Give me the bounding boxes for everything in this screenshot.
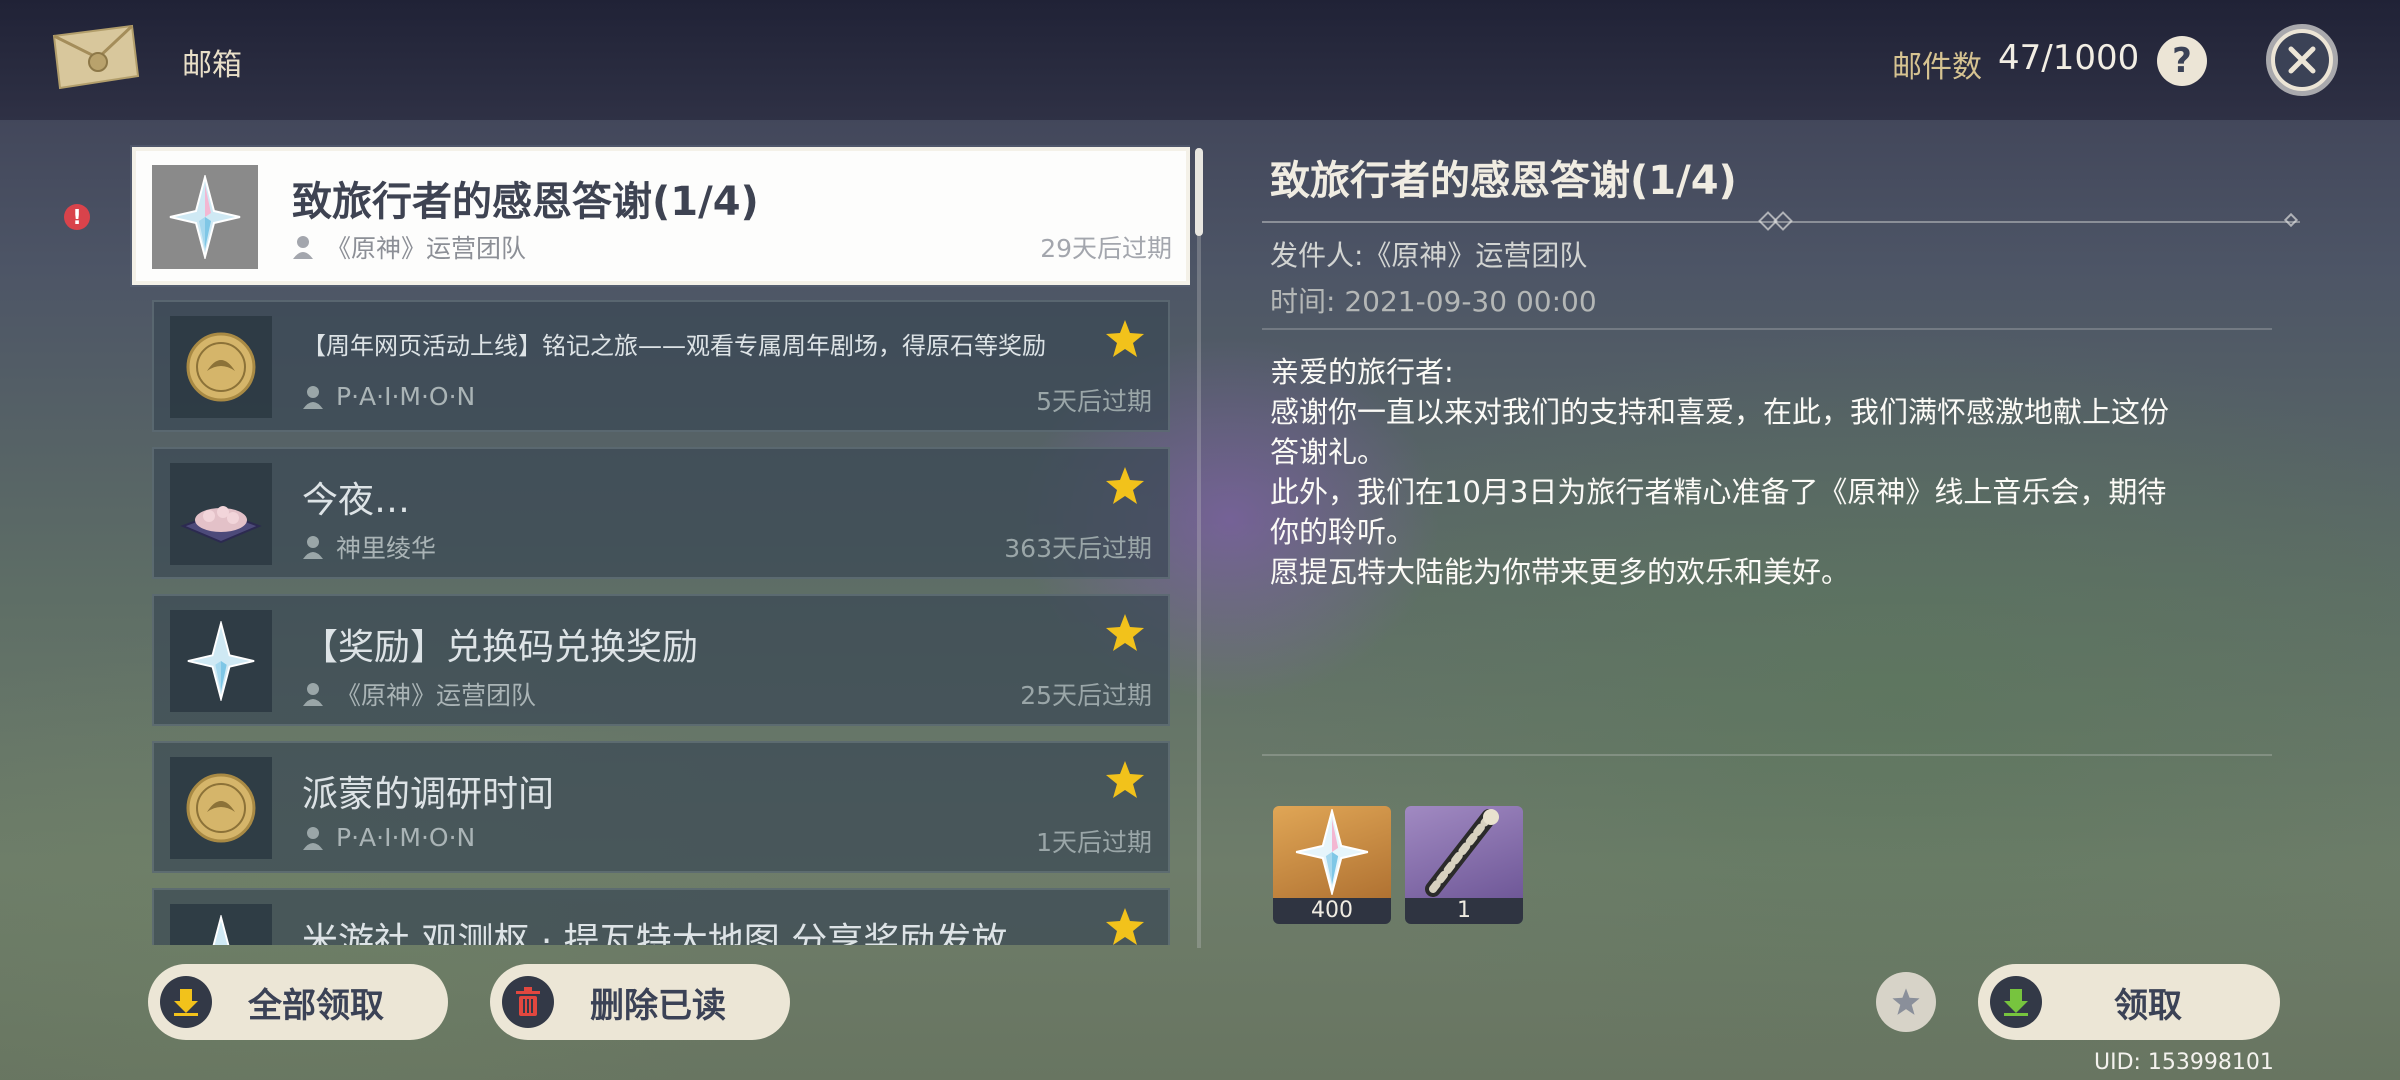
mail-expire: 5天后过期 bbox=[1036, 387, 1152, 416]
primogem-icon bbox=[1273, 806, 1391, 898]
primogem-icon bbox=[170, 610, 272, 712]
download-icon bbox=[1990, 976, 2042, 1028]
envelope-icon bbox=[52, 24, 140, 90]
unread-alert-icon: ! bbox=[64, 204, 90, 230]
mail-expire: 1天后过期 bbox=[1036, 828, 1152, 857]
body-line: 亲爱的旅行者: bbox=[1270, 355, 1454, 389]
star-icon[interactable] bbox=[1104, 759, 1146, 801]
coin-icon bbox=[170, 757, 272, 859]
divider-ornament bbox=[1773, 211, 1793, 231]
person-icon bbox=[303, 683, 323, 706]
download-icon bbox=[160, 976, 212, 1028]
person-icon bbox=[293, 236, 313, 259]
uid-label: UID: 153998101 bbox=[2094, 1050, 2274, 1075]
reward-count: 1 bbox=[1405, 898, 1523, 924]
delete-read-label: 删除已读 bbox=[590, 985, 726, 1026]
mail-list-scrollbar[interactable] bbox=[1197, 148, 1201, 948]
reward-item[interactable]: 400 bbox=[1273, 806, 1391, 924]
top-bar: 邮箱 邮件数 47/1000 ? bbox=[0, 0, 2400, 120]
mail-expire: 25天后过期 bbox=[1020, 681, 1152, 710]
mail-sender: P·A·I·M·O·N bbox=[302, 823, 475, 852]
body-line: 答谢礼。 bbox=[1270, 435, 1387, 469]
mail-sender-name: P·A·I·M·O·N bbox=[336, 382, 476, 411]
mail-sender: 神里绫华 bbox=[302, 529, 436, 565]
mail-count-label: 邮件数 bbox=[1892, 50, 1982, 85]
detail-body: 亲爱的旅行者: 感谢你一直以来对我们的支持和喜爱，在此，我们满怀感激地献上这份 … bbox=[1270, 352, 2280, 592]
help-icon: ? bbox=[2172, 41, 2192, 81]
mail-expire: 29天后过期 bbox=[1040, 234, 1172, 263]
mail-expire: 363天后过期 bbox=[1004, 534, 1152, 563]
star-icon[interactable] bbox=[1104, 318, 1146, 360]
person-icon bbox=[303, 826, 323, 850]
mail-sender-name: P·A·I·M·O·N bbox=[336, 823, 476, 852]
mail-sender-name: 神里绫华 bbox=[336, 534, 437, 563]
divider-ornament bbox=[2283, 212, 2299, 228]
mail-title: 米游社 观测枢 · 提瓦特大地图 分享奖励发放 bbox=[302, 921, 1008, 945]
body-line: 感谢你一直以来对我们的支持和喜爱，在此，我们满怀感激地献上这份 bbox=[1270, 395, 2170, 429]
person-icon bbox=[303, 385, 323, 409]
mail-title: 【奖励】兑换码兑换奖励 bbox=[302, 627, 699, 668]
mail-list[interactable]: 致旅行者的感恩答谢(1/4) 《原神》运营团队 29天后过期 【周年网页活动上线… bbox=[130, 145, 1190, 945]
detail-sender: 发件人:《原神》运营团队 bbox=[1270, 239, 1588, 272]
body-line: 此外，我们在10月3日为旅行者精心准备了《原神》线上音乐会，期待 bbox=[1270, 475, 2167, 509]
star-icon[interactable] bbox=[1104, 465, 1146, 507]
delete-read-button[interactable]: 删除已读 bbox=[490, 964, 790, 1040]
person-icon bbox=[303, 536, 323, 559]
divider bbox=[1262, 328, 2272, 330]
food-tray-icon bbox=[170, 463, 272, 565]
claim-all-button[interactable]: 全部领取 bbox=[148, 964, 448, 1040]
star-icon[interactable] bbox=[1104, 906, 1146, 945]
primogem-icon bbox=[170, 904, 272, 945]
claim-button[interactable]: 领取 bbox=[1978, 964, 2280, 1040]
star-outline-icon bbox=[1892, 988, 1920, 1015]
body-line: 你的聆听。 bbox=[1270, 515, 1416, 549]
mail-item[interactable]: 今夜… 神里绫华 363天后过期 bbox=[152, 447, 1170, 579]
reward-count: 400 bbox=[1273, 898, 1391, 924]
mail-sender: 《原神》运营团队 bbox=[302, 676, 536, 712]
body-line: 愿提瓦特大陆能为你带来更多的欢乐和美好。 bbox=[1270, 555, 1851, 589]
star-icon[interactable] bbox=[1104, 612, 1146, 654]
mail-title: 致旅行者的感恩答谢(1/4) bbox=[292, 179, 759, 225]
detail-time: 时间: 2021-09-30 00:00 bbox=[1270, 285, 1597, 318]
mail-sender: P·A·I·M·O·N bbox=[302, 382, 475, 411]
claim-all-label: 全部领取 bbox=[248, 985, 384, 1026]
mail-list-scrollbar-thumb[interactable] bbox=[1195, 148, 1203, 236]
mail-item[interactable]: 【奖励】兑换码兑换奖励 《原神》运营团队 25天后过期 bbox=[152, 594, 1170, 726]
close-icon bbox=[2275, 33, 2329, 87]
mail-sender-name: 《原神》运营团队 bbox=[326, 234, 527, 263]
mail-item-selected[interactable]: 致旅行者的感恩答谢(1/4) 《原神》运营团队 29天后过期 bbox=[132, 147, 1190, 285]
claim-label: 领取 bbox=[2114, 985, 2182, 1026]
coin-icon bbox=[170, 316, 272, 418]
divider bbox=[1262, 754, 2272, 756]
reward-item[interactable]: 1 bbox=[1405, 806, 1523, 924]
close-button[interactable] bbox=[2266, 24, 2338, 96]
trash-icon bbox=[502, 976, 554, 1028]
mail-sender-name: 《原神》运营团队 bbox=[336, 681, 537, 710]
namecard-icon bbox=[1405, 806, 1523, 898]
detail-title: 致旅行者的感恩答谢(1/4) bbox=[1270, 158, 1737, 204]
mail-title: 今夜… bbox=[302, 480, 411, 521]
mail-item[interactable]: 米游社 观测枢 · 提瓦特大地图 分享奖励发放 bbox=[152, 888, 1170, 945]
primogem-icon bbox=[152, 165, 258, 269]
help-button[interactable]: ? bbox=[2157, 36, 2207, 86]
page-title: 邮箱 bbox=[182, 48, 242, 83]
favorite-button[interactable] bbox=[1876, 972, 1936, 1032]
mail-title: 派蒙的调研时间 bbox=[302, 774, 555, 815]
mail-item[interactable]: 派蒙的调研时间 P·A·I·M·O·N 1天后过期 bbox=[152, 741, 1170, 873]
mail-sender: 《原神》运营团队 bbox=[292, 229, 526, 265]
mail-item[interactable]: 【周年网页活动上线】铭记之旅——观看专属周年剧场，得原石等奖励 P·A·I·M·… bbox=[152, 300, 1170, 432]
mail-title: 【周年网页活动上线】铭记之旅——观看专属周年剧场，得原石等奖励 bbox=[302, 332, 1046, 360]
mail-count-value: 47/1000 bbox=[1998, 38, 2140, 78]
